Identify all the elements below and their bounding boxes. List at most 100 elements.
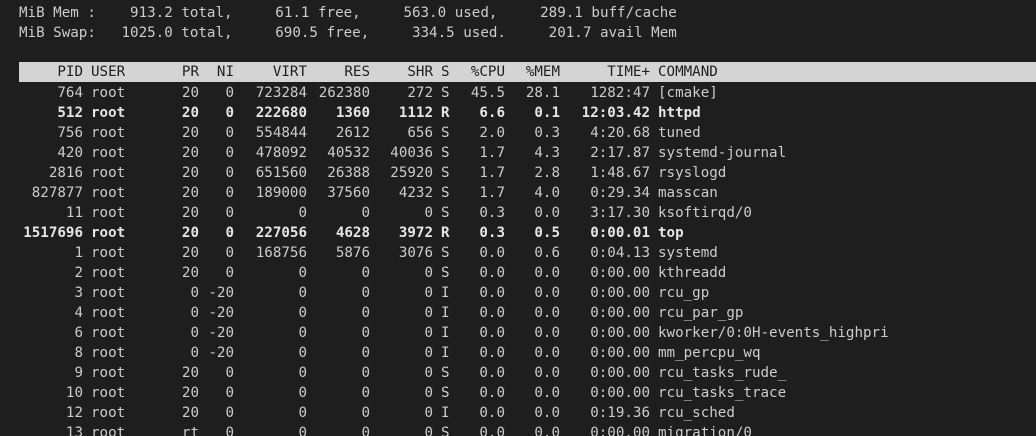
cell-mem: 0.0 [534, 265, 560, 281]
process-row[interactable]: 1 root 20 0 168756 5876 3076 S 0.0 0.6 0:04.13 syst… [0, 243, 1036, 263]
cell-pid: 12 [65, 405, 83, 421]
process-row[interactable]: 13 root rt 0 0 0 0 S 0.0 0.0 0:00.00 migration/0 [0, 423, 1036, 436]
header-mem: %MEM [525, 64, 560, 80]
cell-res: 37560 [327, 185, 370, 201]
cell-pr: 20 [181, 265, 199, 281]
swap-total-value: 1025.0 [121, 25, 173, 41]
process-row[interactable]: 764 root 20 0 723284 262380 272 S 45.5 28.1 1282:4… [0, 83, 1036, 103]
cell-command: rcu_tasks_trace [658, 385, 787, 401]
cell-time: 0:00.00 [590, 385, 650, 401]
mem-total-value: 913.2 [130, 5, 173, 21]
cell-user: root [91, 325, 126, 341]
cell-command: systemd [658, 245, 718, 261]
cell-command: masscan [658, 185, 718, 201]
cell-command: tuned [658, 125, 701, 141]
cell-res: 0 [361, 325, 370, 341]
process-row[interactable]: 8 root 0 -20 0 0 0 I 0.0 0.0 0:00.00 mm_percpu_wq [0, 343, 1036, 363]
mem-free-label: free, [318, 5, 361, 21]
cell-command: migration/0 [658, 425, 752, 436]
cell-ni: 0 [225, 425, 234, 436]
cell-user: root [91, 305, 126, 321]
cell-pid: 756 [57, 125, 83, 141]
cell-pr: 0 [190, 325, 199, 341]
cell-state: S [441, 265, 450, 281]
cell-virt: 0 [298, 325, 307, 341]
cell-pid: 11 [65, 205, 83, 221]
cell-res: 0 [361, 285, 370, 301]
cell-res: 0 [361, 205, 370, 221]
cell-virt: 0 [298, 305, 307, 321]
terminal-window[interactable]: MiB Mem : 913.2 total, 61.1 free, 563.0 … [0, 0, 1036, 436]
cell-pid: 827877 [31, 185, 83, 201]
mem-buff-value: 289.1 [540, 5, 583, 21]
cell-command: mm_percpu_wq [658, 345, 761, 361]
cell-ni: 0 [225, 185, 234, 201]
cell-shr: 40036 [390, 145, 433, 161]
cell-shr: 0 [424, 425, 433, 436]
cell-pid: 6 [74, 325, 83, 341]
cell-pid: 2816 [48, 165, 83, 181]
cell-cpu: 0.0 [479, 385, 505, 401]
process-row[interactable]: 2816 root 20 0 651560 26388 25920 S 1.7 2.8 1:48.6… [0, 163, 1036, 183]
header-command: COMMAND [658, 64, 718, 80]
cell-pr: 20 [181, 125, 199, 141]
cell-user: root [91, 105, 126, 121]
process-row[interactable]: 420 root 20 0 478092 40532 40036 S 1.7 4.3 2:17.87… [0, 143, 1036, 163]
cell-state: S [441, 125, 450, 141]
swap-label: MiB Swap: [19, 25, 96, 41]
cell-ni: -20 [208, 325, 234, 341]
process-row[interactable]: 1517696 root 20 0 227056 4628 3972 R 0.3 0.5 0:00.… [0, 223, 1036, 243]
cell-virt: 0 [298, 205, 307, 221]
cell-command: rcu_par_gp [658, 305, 744, 321]
cell-ni: 0 [225, 105, 234, 121]
cell-res: 0 [361, 365, 370, 381]
cell-ni: 0 [225, 165, 234, 181]
cell-state: S [441, 365, 450, 381]
cell-state: I [441, 305, 450, 321]
cell-user: root [91, 265, 126, 281]
cell-command: systemd-journal [658, 145, 787, 161]
header-time: TIME+ [607, 64, 650, 80]
cell-time: 0:00.00 [590, 325, 650, 341]
process-row[interactable]: 10 root 20 0 0 0 0 S 0.0 0.0 0:00.00 rcu_tasks_trac… [0, 383, 1036, 403]
process-row[interactable]: 827877 root 20 0 189000 37560 4232 S 1.7 4.0 0:29.… [0, 183, 1036, 203]
cell-cpu: 0.3 [479, 225, 505, 241]
cell-command: kthreadd [658, 265, 727, 281]
cell-pid: 8 [74, 345, 83, 361]
cell-cpu: 0.0 [479, 245, 505, 261]
cell-pr: 0 [190, 285, 199, 301]
process-row[interactable]: 12 root 20 0 0 0 0 I 0.0 0.0 0:19.36 rcu_sched [0, 403, 1036, 423]
cell-ni: -20 [208, 345, 234, 361]
process-row[interactable]: 2 root 20 0 0 0 0 S 0.0 0.0 0:00.00 kthreadd [0, 263, 1036, 283]
cell-pid: 13 [65, 425, 83, 436]
mem-free-value: 61.1 [275, 5, 310, 21]
cell-time: 0:00.00 [590, 345, 650, 361]
cell-user: root [91, 245, 126, 261]
cell-user: root [91, 225, 126, 241]
cell-cpu: 0.3 [479, 205, 505, 221]
process-row[interactable]: 9 root 20 0 0 0 0 S 0.0 0.0 0:00.00 rcu_tasks_rude_ [0, 363, 1036, 383]
cell-time: 4:20.68 [590, 125, 650, 141]
process-row[interactable]: 756 root 20 0 554844 2612 656 S 2.0 0.3 4:20.68 tun… [0, 123, 1036, 143]
cell-mem: 2.8 [534, 165, 560, 181]
cell-pid: 9 [74, 365, 83, 381]
cell-virt: 723284 [255, 85, 307, 101]
cell-state: S [441, 145, 450, 161]
cell-virt: 227056 [255, 225, 307, 241]
process-row[interactable]: 3 root 0 -20 0 0 0 I 0.0 0.0 0:00.00 rcu_gp [0, 283, 1036, 303]
cell-user: root [91, 185, 126, 201]
cell-virt: 651560 [255, 165, 307, 181]
process-row[interactable]: 4 root 0 -20 0 0 0 I 0.0 0.0 0:00.00 rcu_par_gp [0, 303, 1036, 323]
swap-used-label: used. [463, 25, 506, 41]
process-row[interactable]: 512 root 20 0 222680 1360 1112 R 6.6 0.1 12:03.42 h… [0, 103, 1036, 123]
cell-res: 5876 [335, 245, 370, 261]
cell-virt: 222680 [255, 105, 307, 121]
process-row[interactable]: 6 root 0 -20 0 0 0 I 0.0 0.0 0:00.00 kworker/0:0H-e… [0, 323, 1036, 343]
cell-mem: 0.0 [534, 365, 560, 381]
cell-shr: 0 [424, 365, 433, 381]
process-row[interactable]: 11 root 20 0 0 0 0 S 0.3 0.0 3:17.30 ksoftirqd/0 [0, 203, 1036, 223]
cell-res: 40532 [327, 145, 370, 161]
cell-pid: 4 [74, 305, 83, 321]
cell-mem: 0.0 [534, 385, 560, 401]
cell-mem: 4.0 [534, 185, 560, 201]
